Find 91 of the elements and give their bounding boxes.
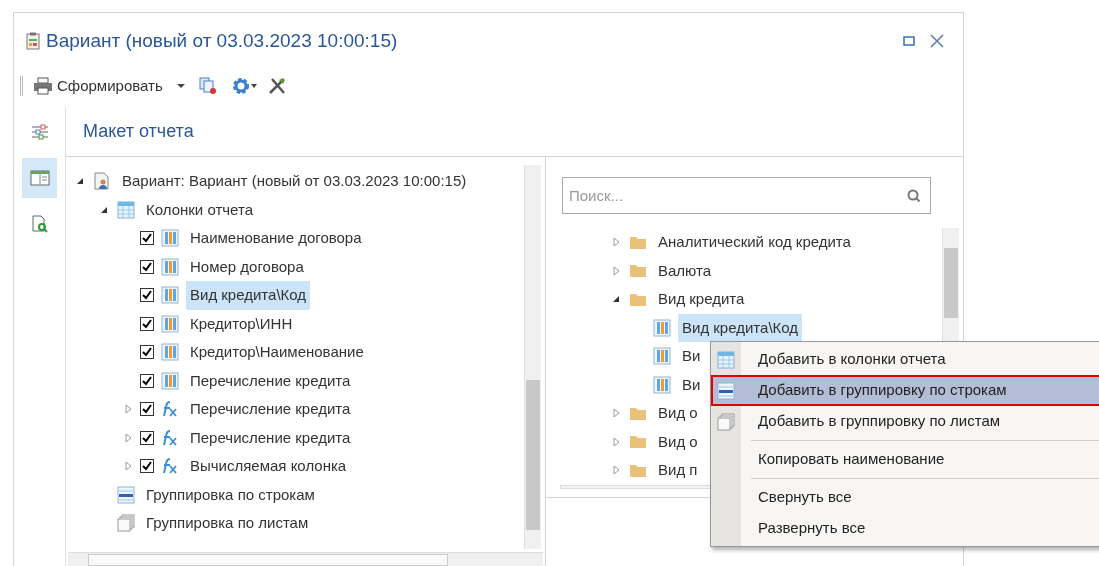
folder-icon <box>629 405 647 421</box>
tree-item[interactable]: Кредитор\Наименование <box>186 338 368 367</box>
panel-title: Макет отчета <box>83 120 194 143</box>
menu-item[interactable]: Добавить в группировку по листам <box>711 406 1099 437</box>
tree-item[interactable]: Вид п <box>654 456 702 485</box>
search-icon[interactable] <box>907 189 921 203</box>
folder-icon <box>629 234 647 250</box>
column-icon <box>161 343 179 362</box>
menu-item[interactable]: Свернуть все <box>711 482 1099 513</box>
tree-item[interactable]: Группировка по листам <box>142 509 313 538</box>
menu-item[interactable]: Копировать наименование <box>711 444 1099 475</box>
menu-item[interactable]: Добавить в колонки отчета <box>711 344 1099 375</box>
column-icon <box>161 371 179 390</box>
generate-button[interactable]: Сформировать <box>31 74 165 98</box>
rows-icon <box>717 381 735 400</box>
tree-item[interactable]: Колонки отчета <box>142 195 257 224</box>
folder-icon <box>629 263 647 279</box>
checkbox[interactable] <box>140 288 154 303</box>
horizontal-scrollbar[interactable] <box>68 552 543 566</box>
tree-item[interactable]: Вид кредита\Код <box>186 281 311 310</box>
clipboard-icon <box>26 32 40 50</box>
expand-arrow-icon[interactable] <box>122 460 134 473</box>
formula-icon <box>161 428 179 447</box>
tree-item[interactable]: Валюта <box>654 256 716 285</box>
tree-item[interactable]: Номер договора <box>186 252 308 281</box>
checkbox[interactable] <box>140 345 154 360</box>
tree-item[interactable]: Вид о <box>654 399 702 428</box>
tree-item[interactable]: Кредитор\ИНН <box>186 309 297 338</box>
tree-item[interactable]: Вариант: Вариант (новый от 03.03.2023 10:00:15) <box>118 167 471 196</box>
column-icon <box>653 375 671 394</box>
tree-item[interactable]: Ви <box>678 370 705 399</box>
document-search-icon <box>31 215 48 233</box>
checkbox[interactable] <box>140 402 154 417</box>
sliders-icon <box>30 124 49 140</box>
tree-item[interactable]: Перечисление кредита <box>186 395 355 424</box>
expand-arrow-icon[interactable] <box>122 403 134 416</box>
menu-item[interactable]: Развернуть все <box>711 513 1099 544</box>
expand-arrow-icon[interactable] <box>610 464 622 477</box>
checkbox[interactable] <box>140 459 154 474</box>
expand-arrow-icon[interactable] <box>122 431 134 444</box>
copy-documents-icon[interactable] <box>198 77 217 95</box>
folder-icon <box>629 462 647 478</box>
document-user-icon <box>94 172 110 191</box>
folder-icon <box>629 434 647 450</box>
checkbox[interactable] <box>140 430 154 445</box>
column-icon <box>653 318 671 337</box>
expand-arrow-icon[interactable] <box>610 236 622 249</box>
tree-item[interactable]: Перечисление кредита <box>186 423 355 452</box>
tree-item[interactable]: Ви <box>678 342 705 371</box>
tree-item[interactable]: Перечисление кредита <box>186 366 355 395</box>
tree-item[interactable]: Вид кредита\Код <box>678 313 803 342</box>
checkbox[interactable] <box>140 373 154 388</box>
column-icon <box>161 286 179 305</box>
menu-item[interactable]: Добавить в группировку по строкам <box>711 375 1099 406</box>
search-field[interactable]: Поиск... <box>562 177 931 214</box>
window-title: Вариант (новый от 03.03.2023 10:00:15) <box>46 28 398 53</box>
layout-icon <box>29 170 50 186</box>
scrollbar-thumb[interactable] <box>88 554 448 566</box>
printer-icon <box>33 77 53 95</box>
formula-icon <box>161 457 179 476</box>
expand-arrow-icon[interactable] <box>610 407 622 420</box>
settings-icon[interactable] <box>230 76 259 96</box>
sheets-icon <box>117 514 135 533</box>
tree-item[interactable]: Наименование договора <box>186 224 366 253</box>
tree-item[interactable]: Вид о <box>654 427 702 456</box>
table-icon <box>717 350 735 369</box>
formula-icon <box>161 400 179 419</box>
tree-item[interactable]: Вид кредита <box>654 285 749 314</box>
rows-icon <box>117 485 135 504</box>
column-icon <box>161 257 179 276</box>
tree-item[interactable]: Вычисляемая колонка <box>186 452 351 481</box>
folder-icon <box>629 291 647 307</box>
sheets-icon <box>717 412 735 431</box>
tree-item[interactable]: Аналитический код кредита <box>654 228 855 257</box>
table-icon <box>117 200 135 219</box>
scrollbar-thumb[interactable] <box>944 248 958 318</box>
vertical-scrollbar[interactable] <box>524 165 541 549</box>
checkbox[interactable] <box>140 316 154 331</box>
close-icon[interactable] <box>929 33 945 49</box>
dropdown-caret-icon[interactable] <box>176 83 185 89</box>
checkbox[interactable] <box>140 259 154 274</box>
expand-arrow-icon[interactable] <box>610 264 622 277</box>
column-icon <box>653 347 671 366</box>
maximize-icon[interactable] <box>903 36 915 46</box>
scrollbar-thumb[interactable] <box>526 380 540 530</box>
checkbox[interactable] <box>140 231 154 246</box>
column-icon <box>161 314 179 333</box>
expand-arrow-icon[interactable] <box>610 435 622 448</box>
column-icon <box>161 229 179 248</box>
tree-item[interactable]: Группировка по строкам <box>142 480 319 509</box>
layout-tab[interactable] <box>22 158 57 198</box>
